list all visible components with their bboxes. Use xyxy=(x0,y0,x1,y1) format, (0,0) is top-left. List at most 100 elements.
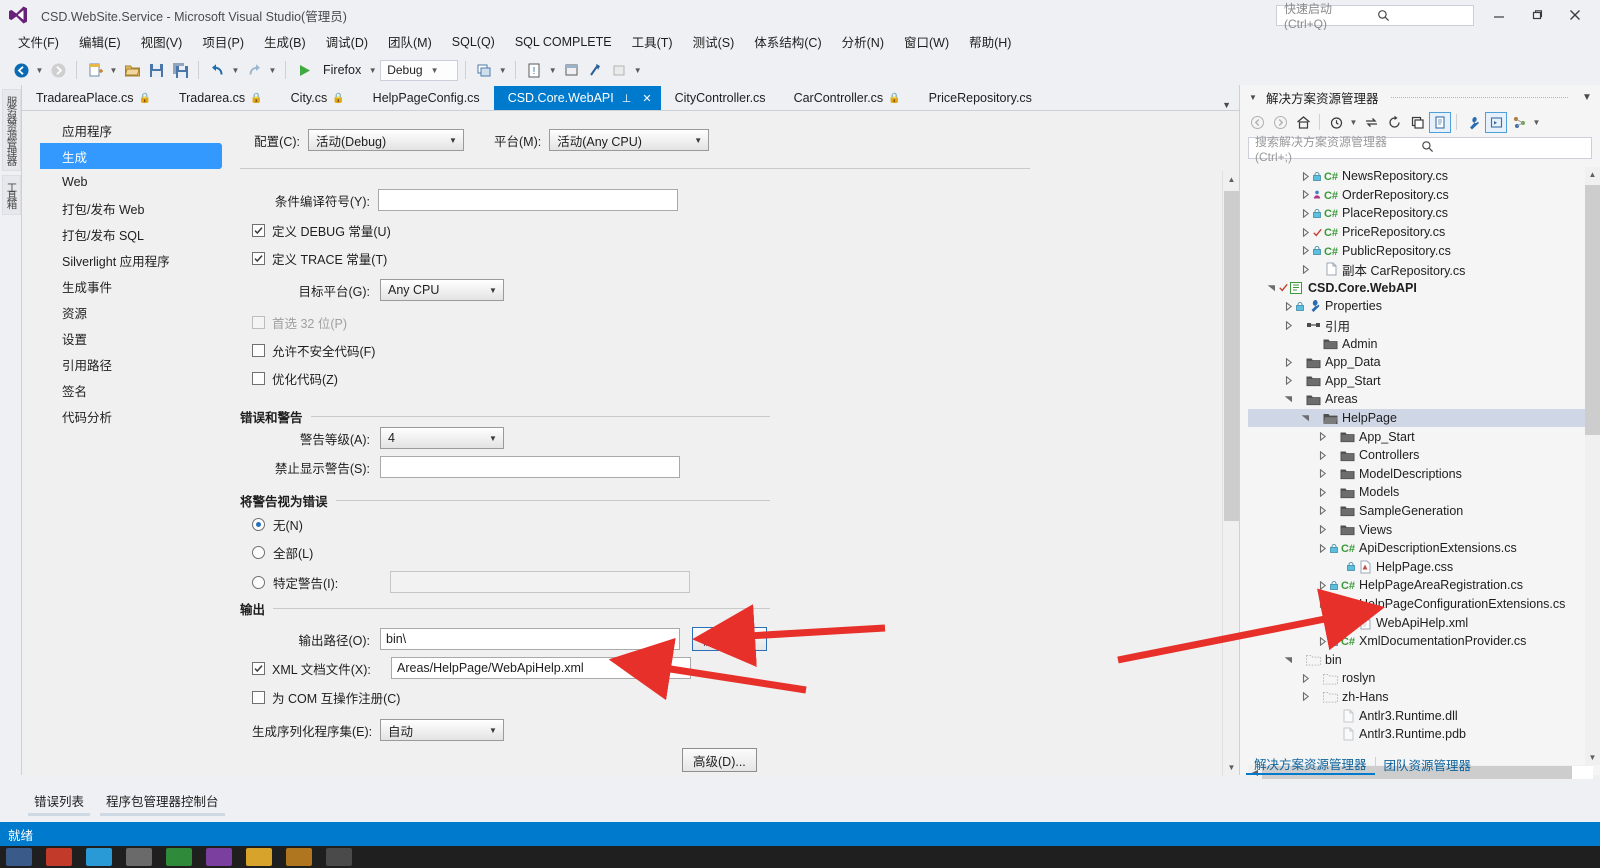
menu-item-tools[interactable]: 工具(T) xyxy=(622,29,683,54)
treat-specific-radio[interactable] xyxy=(252,575,265,589)
document-tab-citycontroller[interactable]: CityController.cs xyxy=(661,86,780,110)
minimize-icon[interactable] xyxy=(1482,2,1516,28)
chevron-right-icon[interactable] xyxy=(1316,469,1329,479)
nav-item-silverlight[interactable]: Silverlight 应用程序 xyxy=(40,247,220,273)
suppress-warnings-input[interactable] xyxy=(380,456,680,478)
start-debug-icon[interactable] xyxy=(293,59,315,81)
configuration-combo[interactable]: 活动(Debug) ▼ xyxy=(308,129,464,151)
preview-selected-items-icon[interactable] xyxy=(1485,111,1507,133)
tree-node[interactable]: C# ApiDescriptionExtensions.cs xyxy=(1248,539,1593,558)
menu-item-sql-complete[interactable]: SQL COMPLETE xyxy=(505,32,622,52)
advanced-settings-button[interactable]: 高级(D)... xyxy=(682,748,757,772)
xml-doc-input[interactable]: Areas/HelpPage/WebApiHelp.xml xyxy=(391,657,691,679)
nav-item-resources[interactable]: 资源 xyxy=(40,299,220,325)
misc-icon[interactable] xyxy=(608,59,630,81)
tab-team-explorer[interactable]: 团队资源管理器 xyxy=(1376,755,1480,774)
chevron-right-icon[interactable] xyxy=(1316,543,1329,553)
chevron-right-icon[interactable] xyxy=(1299,673,1312,683)
menu-item-window[interactable]: 窗口(W) xyxy=(894,29,959,54)
save-all-icon[interactable] xyxy=(169,59,191,81)
chevron-down-icon[interactable]: ▼ xyxy=(1222,100,1239,110)
document-tab-carcontroller[interactable]: CarController.cs 🔒 xyxy=(780,86,915,110)
tree-node[interactable]: Models xyxy=(1248,483,1593,502)
pin-icon[interactable]: ⊥ xyxy=(619,92,635,105)
tree-node[interactable]: CSD.Core.WebAPI xyxy=(1248,279,1593,298)
taskbar-icon-app3[interactable] xyxy=(126,848,152,866)
nav-item-signing[interactable]: 签名 xyxy=(40,377,220,403)
tree-node[interactable]: Antlr3.Runtime.pdb xyxy=(1248,725,1593,744)
chevron-down-icon[interactable] xyxy=(1282,656,1295,664)
menu-item-project[interactable]: 项目(P) xyxy=(192,29,254,54)
tree-node[interactable]: Views xyxy=(1248,520,1593,539)
scrollbar-thumb[interactable] xyxy=(1224,191,1239,521)
define-trace-row[interactable]: 定义 TRACE 常量(T) xyxy=(252,249,387,268)
tree-node[interactable]: C# HelpPageAreaRegistration.cs xyxy=(1248,576,1593,595)
sync-icon[interactable] xyxy=(1360,112,1382,133)
define-debug-row[interactable]: 定义 DEBUG 常量(U) xyxy=(252,221,391,240)
tree-node[interactable]: SampleGeneration xyxy=(1248,502,1593,521)
chevron-right-icon[interactable] xyxy=(1282,301,1295,311)
tree-node[interactable]: App_Start xyxy=(1248,427,1593,446)
navigate-back-icon[interactable] xyxy=(10,59,32,81)
menu-item-build[interactable]: 生成(B) xyxy=(254,29,316,54)
nav-item-web[interactable]: Web xyxy=(40,169,220,195)
chevron-right-icon[interactable] xyxy=(1299,171,1312,181)
overflow-icon[interactable]: ▼ xyxy=(1531,111,1542,133)
new-project-dropdown-icon[interactable]: ▼ xyxy=(108,59,119,81)
back-icon[interactable] xyxy=(1246,112,1268,133)
document-tab-tradareaplace[interactable]: TradareaPlace.cs 🔒 xyxy=(22,86,165,110)
show-all-files-icon[interactable] xyxy=(1429,111,1451,133)
misc-dropdown-icon[interactable]: ▼ xyxy=(632,59,643,81)
taskbar-icon-app8[interactable] xyxy=(326,848,352,866)
start-debug-target-label[interactable]: Firefox xyxy=(317,63,365,77)
solution-platforms-icon[interactable] xyxy=(473,59,495,81)
conditional-symbols-input[interactable] xyxy=(378,189,678,211)
menu-item-architecture[interactable]: 体系结构(C) xyxy=(744,29,831,54)
refresh-icon[interactable] xyxy=(1383,112,1405,133)
register-com-row[interactable]: 为 COM 互操作注册(C) xyxy=(252,688,400,707)
close-icon[interactable] xyxy=(1558,2,1592,28)
chevron-right-icon[interactable] xyxy=(1316,580,1329,590)
navigate-forward-icon[interactable] xyxy=(47,59,69,81)
taskbar-icon-app4[interactable] xyxy=(166,848,192,866)
document-tab-helppageconfig[interactable]: HelpPageConfig.cs xyxy=(359,86,494,110)
scrollbar-thumb[interactable] xyxy=(1585,185,1600,435)
taskbar-icon-app7[interactable] xyxy=(286,848,312,866)
tree-node[interactable]: C# HelpPageConfigurationExtensions.cs xyxy=(1248,595,1593,614)
taskbar-icon-app6[interactable] xyxy=(246,848,272,866)
taskbar-icon-browser[interactable] xyxy=(6,848,32,866)
tree-node[interactable]: HelpPage.css xyxy=(1248,557,1593,576)
chevron-right-icon[interactable] xyxy=(1282,320,1295,330)
tree-node[interactable]: Antlr3.Runtime.dll xyxy=(1248,706,1593,725)
chevron-down-icon[interactable]: ▼ xyxy=(1246,93,1260,102)
tree-node[interactable]: ModelDescriptions xyxy=(1248,465,1593,484)
nav-item-package-web[interactable]: 打包/发布 Web xyxy=(40,195,220,221)
platform-combo[interactable]: 活动(Any CPU) ▼ xyxy=(549,129,710,151)
chevron-right-icon[interactable] xyxy=(1316,636,1329,646)
output-path-input[interactable]: bin\ xyxy=(380,628,680,650)
document-tab-csd-core-webapi[interactable]: CSD.Core.WebAPI ⊥ ✕ xyxy=(493,86,661,110)
vertical-tab-server-explorer[interactable]: 服务器资源管理器 xyxy=(2,89,21,171)
document-tab-tradarea[interactable]: Tradarea.cs 🔒 xyxy=(165,86,277,110)
treat-specific-input[interactable] xyxy=(390,571,690,593)
tree-node[interactable]: WebApiHelp.xml xyxy=(1248,613,1593,632)
menu-item-help[interactable]: 帮助(H) xyxy=(959,29,1021,54)
taskbar-icon-app1[interactable] xyxy=(46,848,72,866)
scroll-up-icon[interactable]: ▲ xyxy=(1223,171,1240,188)
vertical-tab-toolbox[interactable]: 工具箱 xyxy=(2,175,21,215)
home-icon[interactable] xyxy=(1292,112,1314,133)
scroll-down-icon[interactable]: ▼ xyxy=(1223,759,1240,776)
solution-explorer-tree[interactable]: C# NewsRepository.cs C# OrderRepository.cs C… xyxy=(1248,167,1593,765)
chevron-right-icon[interactable] xyxy=(1282,357,1295,367)
tree-node[interactable]: HelpPage xyxy=(1248,408,1593,428)
document-tab-city[interactable]: City.cs 🔒 xyxy=(277,86,359,110)
properties-vertical-scrollbar[interactable]: ▲ ▼ xyxy=(1222,171,1240,776)
menu-item-view[interactable]: 视图(V) xyxy=(131,29,193,54)
tab-solution-explorer[interactable]: 解决方案资源管理器 xyxy=(1246,754,1375,775)
menu-item-team[interactable]: 团队(M) xyxy=(378,29,442,54)
redo-dropdown-icon[interactable]: ▼ xyxy=(267,59,278,81)
chevron-right-icon[interactable] xyxy=(1299,264,1312,274)
tree-node[interactable]: C# PriceRepository.cs xyxy=(1248,223,1593,242)
menu-item-sql[interactable]: SQL(Q) xyxy=(442,32,505,52)
nav-item-code-analysis[interactable]: 代码分析 xyxy=(40,403,220,429)
